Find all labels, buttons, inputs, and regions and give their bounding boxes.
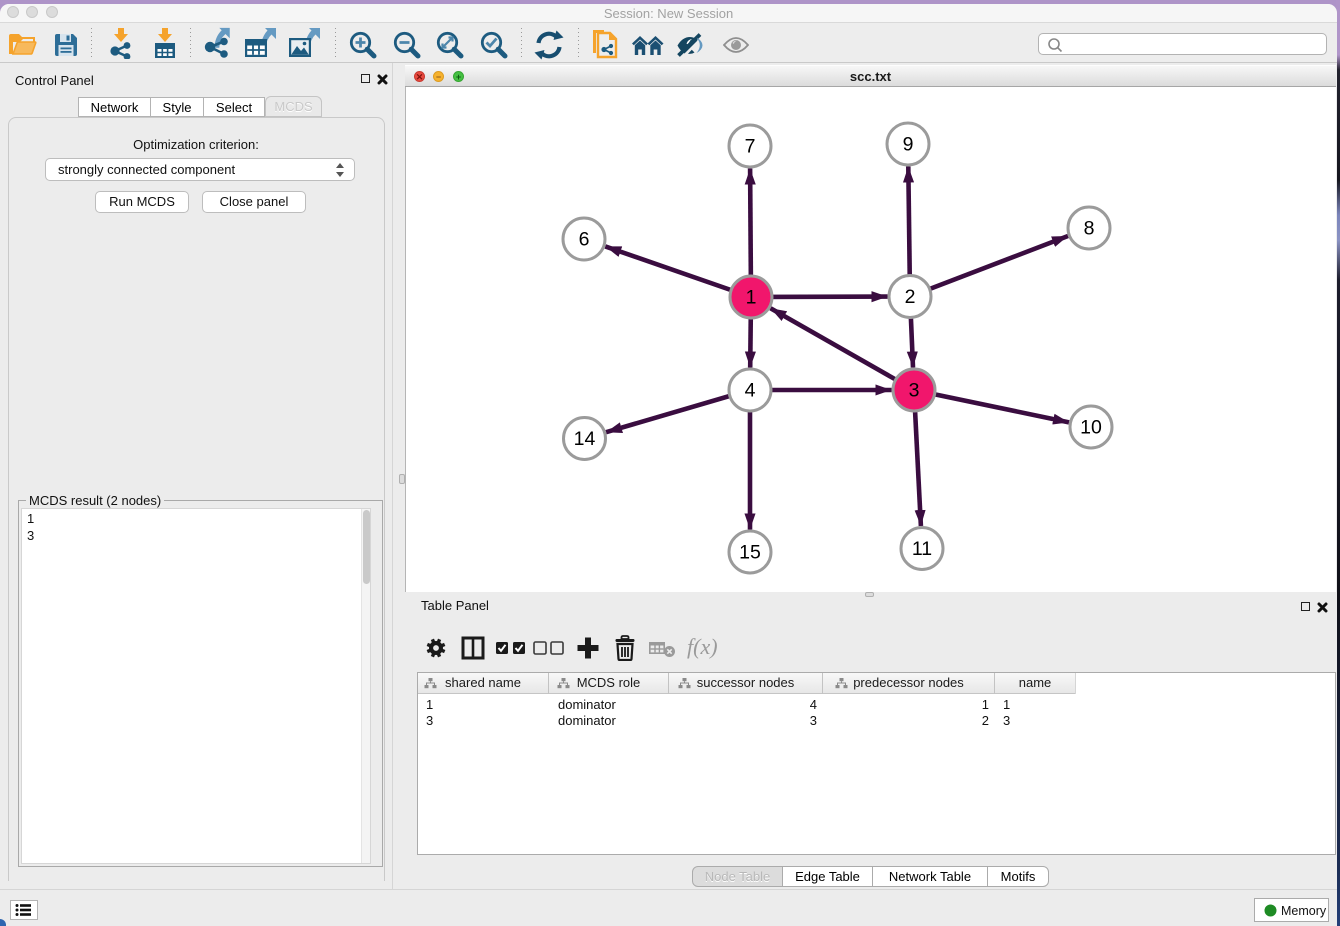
svg-text:15: 15: [739, 542, 761, 564]
svg-text:1: 1: [746, 287, 757, 309]
svg-text:8: 8: [1084, 218, 1095, 240]
svg-text:9: 9: [903, 134, 914, 156]
svg-text:10: 10: [1080, 417, 1102, 439]
svg-text:6: 6: [579, 229, 590, 251]
svg-text:4: 4: [745, 380, 756, 402]
svg-text:2: 2: [905, 286, 916, 308]
svg-text:3: 3: [909, 380, 920, 402]
svg-text:11: 11: [912, 538, 932, 560]
svg-text:7: 7: [745, 136, 756, 158]
svg-text:14: 14: [574, 428, 596, 450]
